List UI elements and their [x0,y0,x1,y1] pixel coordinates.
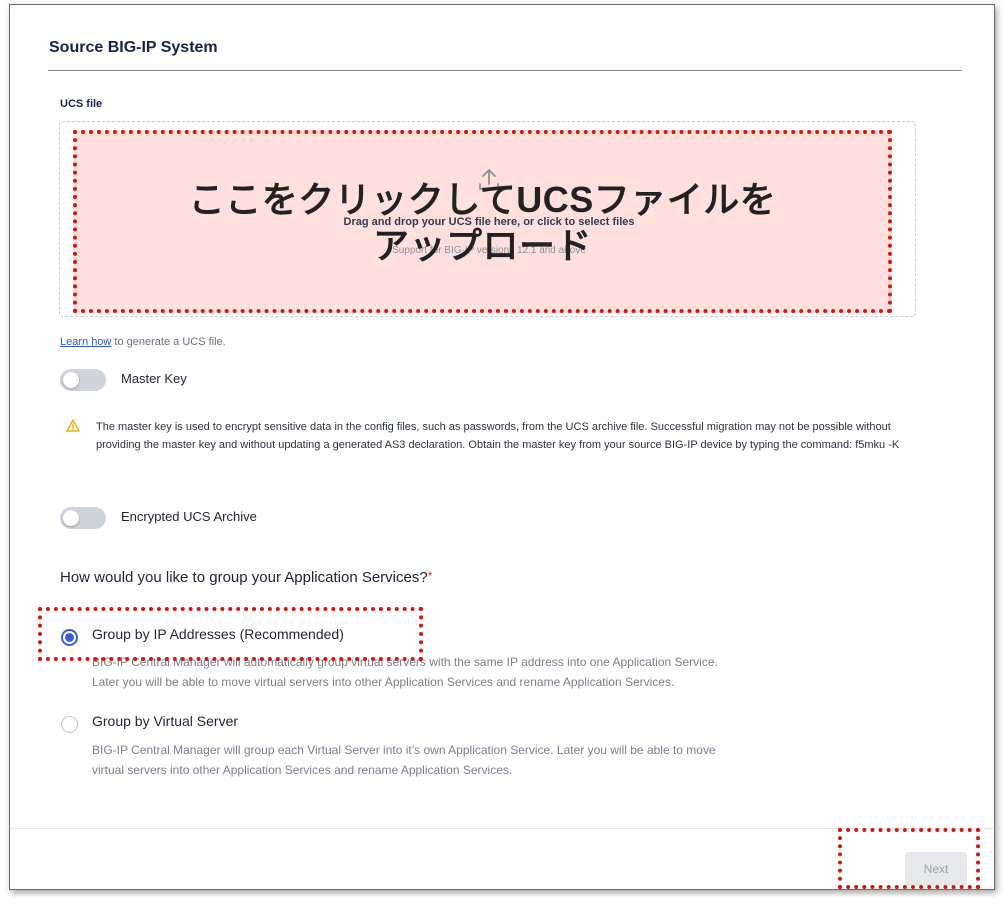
grouping-question: How would you like to group your Applica… [60,569,432,586]
toggle-knob [63,372,79,388]
option-group-by-vs-desc: BIG-IP Central Manager will group each V… [92,740,872,780]
ucs-file-label: UCS file [60,98,103,110]
encrypted-archive-toggle[interactable] [60,507,106,529]
title-divider [48,70,962,71]
option-desc-line: virtual servers into other Application S… [92,763,513,777]
option-desc-line: Later you will be able to move virtual s… [92,675,675,689]
learn-how-text: to generate a UCS file. [111,336,226,348]
next-annotation-highlight [838,828,980,889]
learn-how-link[interactable]: Learn how [60,336,111,348]
grouping-question-text: How would you like to group your Applica… [60,569,428,586]
warning-icon [66,419,80,432]
encrypted-archive-label: Encrypted UCS Archive [121,509,257,524]
master-key-warning: The master key is used to encrypt sensit… [96,421,900,451]
master-key-label: Master Key [121,371,187,386]
annotation-text-line1: ここをクリックしてUCSファイルを [188,179,777,220]
learn-how-line: Learn how to generate a UCS file. [60,336,226,348]
required-mark: * [427,569,433,583]
radio-group-by-virtual-server[interactable] [61,716,78,733]
toggle-knob [63,510,79,526]
option-desc-line: BIG-IP Central Manager will group each V… [92,743,716,757]
option-group-by-vs-title[interactable]: Group by Virtual Server [92,713,238,729]
master-key-toggle[interactable] [60,369,106,391]
section-title: Source BIG-IP System [49,39,218,56]
migration-panel: Source BIG-IP System UCS file Drag and d… [9,4,995,890]
annotation-text-line2: アップロード [372,225,592,266]
radio-annotation-highlight [38,607,423,661]
